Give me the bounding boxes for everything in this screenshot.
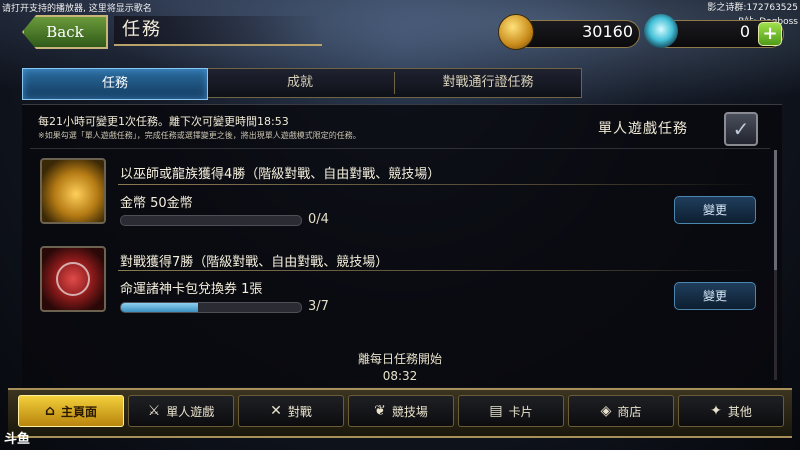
cards-icon: ▤ [489, 403, 503, 419]
gold-reward-icon [40, 158, 106, 224]
card-pack-ticket-icon [40, 246, 106, 312]
nav-label: 對戰 [287, 404, 312, 419]
add-crystals-button[interactable]: + [758, 22, 782, 46]
nav-battle[interactable]: ✕ 對戰 [238, 395, 344, 427]
nav-cards[interactable]: ▤ 卡片 [458, 395, 564, 427]
tab-achievements[interactable]: 成就 [208, 68, 392, 98]
nav-other[interactable]: ✦ 其他 [678, 395, 784, 427]
divider [30, 148, 770, 149]
sword-icon: ⚔ [147, 403, 161, 419]
quest-divider [118, 184, 758, 185]
nav-label: 競技場 [391, 404, 428, 419]
nav-label: 單人遊戲 [166, 404, 215, 419]
daily-mission-timer: 08:32 [382, 369, 418, 383]
daily-mission-label: 離每日任務開始 [357, 352, 442, 366]
quest-title: 對戰獲得7勝（階級對戰、自由對戰、競技場） [120, 255, 389, 270]
back-button[interactable]: Back [22, 15, 108, 49]
nav-solo-play[interactable]: ⚔ 單人遊戲 [128, 395, 234, 427]
gold-value: 30160 [582, 22, 633, 41]
more-icon: ✦ [710, 403, 722, 419]
home-icon: ⌂ [44, 403, 55, 419]
broadcast-note: 请打开支持的播放器, 这里将显示歌名 [2, 4, 152, 14]
change-quest-button[interactable]: 變更 [674, 282, 756, 310]
stream-group: 影之诗群:172763525 [707, 3, 798, 13]
quest-progress-fill [121, 303, 199, 312]
checkmark-icon: ✓ [732, 117, 750, 141]
douyu-logo: 斗鱼 [4, 432, 31, 447]
quest-progress-bar [120, 302, 302, 313]
quest-progress-text: 3/7 [308, 299, 329, 314]
page-title: 任務 [114, 16, 322, 46]
scrollbar-thumb[interactable] [774, 150, 777, 270]
quest-title: 以巫師或龍族獲得4勝（階級對戰、自由對戰、競技場） [120, 167, 441, 182]
nav-label: 卡片 [508, 404, 533, 419]
quest-progress-bar [120, 215, 302, 226]
tab-battle-pass-missions[interactable]: 對戰通行證任務 [396, 68, 580, 98]
crystal-icon [644, 14, 678, 48]
change-quest-button[interactable]: 變更 [674, 196, 756, 224]
shop-icon: ◈ [600, 403, 612, 419]
solo-mission-footnote: ※如果勾選「單人遊戲任務」，完成任務或選擇變更之後，將出現單人遊戲模式限定的任務… [38, 131, 361, 140]
nav-label: 其他 [727, 404, 752, 419]
quest-progress-text: 0/4 [308, 212, 329, 227]
change-notice: 每21小時可變更1次任務。離下次可變更時間18:53 [38, 115, 289, 128]
quest-reward: 金幣 50金幣 [120, 196, 193, 211]
nav-home[interactable]: ⌂ 主頁面 [18, 395, 124, 427]
tab-missions[interactable]: 任務 [22, 68, 208, 100]
gold-coin-icon [498, 14, 534, 50]
missions-panel [22, 104, 782, 387]
crossed-swords-icon: ✕ [270, 403, 282, 419]
nav-shop[interactable]: ◈ 商店 [568, 395, 674, 427]
crystal-value: 0 [739, 22, 750, 41]
nav-label: 主頁面 [61, 404, 98, 419]
quest-reward: 命運諸神卡包兌換券 1張 [120, 282, 263, 297]
laurel-icon: ❦ [374, 403, 386, 419]
nav-label: 商店 [617, 404, 642, 419]
solo-missions-checkbox[interactable]: ✓ [724, 112, 758, 146]
tab-divider [394, 72, 395, 94]
quest-divider [118, 270, 758, 271]
nav-arena[interactable]: ❦ 競技場 [348, 395, 454, 427]
solo-missions-label: 單人遊戲任務 [598, 121, 688, 137]
